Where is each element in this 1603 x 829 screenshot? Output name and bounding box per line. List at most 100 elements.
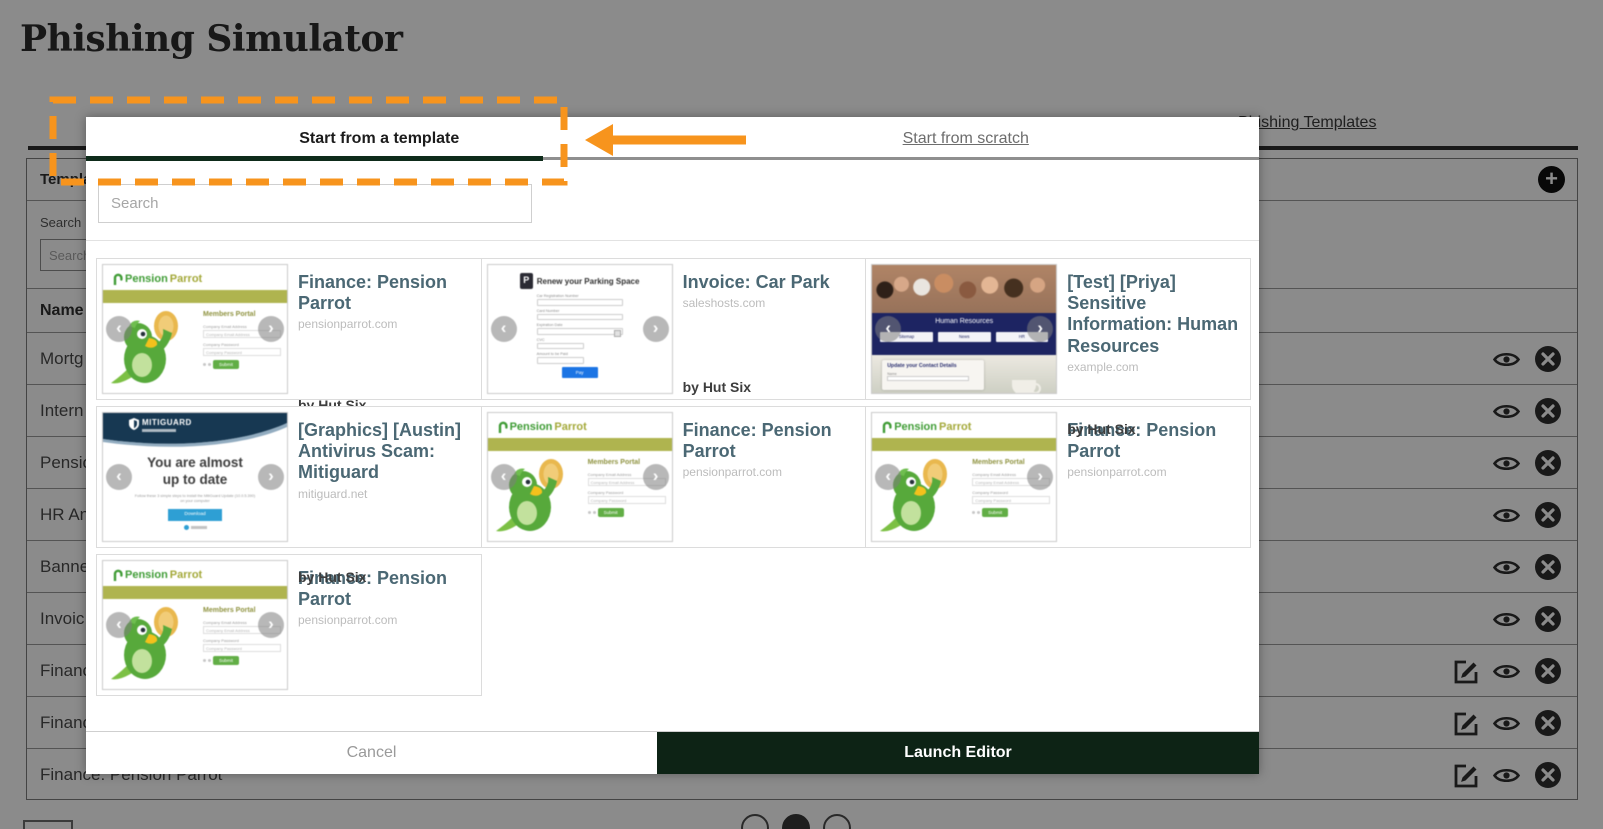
olive-banner xyxy=(487,438,672,451)
carousel-prev-icon[interactable] xyxy=(106,464,132,490)
submit-button: Submit xyxy=(597,508,624,517)
carousel-prev-icon[interactable] xyxy=(490,316,517,342)
carousel-prev-icon[interactable] xyxy=(106,612,132,638)
template-domain: pensionparrot.com xyxy=(682,465,782,480)
template-card-finance-pension-parrot[interactable]: Pension Parrot Members Portal Company Em… xyxy=(96,554,482,696)
olive-banner xyxy=(872,438,1057,451)
modal-footer: Cancel Launch Editor xyxy=(86,731,1259,774)
parking-logo-icon: P xyxy=(519,273,533,289)
brand-pension: Pension xyxy=(125,569,168,581)
desk-photo: Update your Contact Details Name xyxy=(872,355,1057,393)
carousel-prev-icon[interactable] xyxy=(490,464,517,490)
modal-tab-bar: Start from a template Start from scratch xyxy=(86,117,1259,161)
mini-footer xyxy=(103,525,287,531)
field-label: Company Password xyxy=(587,490,624,495)
parrot-logo-icon xyxy=(113,569,123,581)
field-input: Company Password xyxy=(203,348,281,356)
download-button: Download xyxy=(168,509,222,522)
mini-title: Update your Contact Details xyxy=(887,363,957,369)
active-tab-indicator xyxy=(86,156,543,161)
carousel-prev-icon[interactable] xyxy=(875,464,902,490)
brand-parrot: Parrot xyxy=(169,569,203,581)
parrot-logo-icon xyxy=(498,421,508,433)
template-byline: by Hut Six xyxy=(682,379,752,395)
brand-parrot: Parrot xyxy=(938,421,972,433)
template-title: Finance: Pension Parrot xyxy=(682,420,832,462)
tab-start-from-scratch[interactable]: Start from scratch xyxy=(673,117,1260,161)
template-title: [Test] [Priya] Sensitive Information: Hu… xyxy=(1067,272,1239,356)
pay-button: Pay xyxy=(561,366,598,378)
submit-button: Submit xyxy=(213,360,239,369)
field-input: Company Password xyxy=(972,496,1051,504)
carousel-prev-icon[interactable] xyxy=(106,316,132,342)
pensionparrot-logo: Pension Parrot xyxy=(488,413,672,433)
pensionparrot-logo: Pension Parrot xyxy=(103,265,287,285)
template-search-input[interactable] xyxy=(98,184,532,223)
template-card-invoice-car-park[interactable]: P Renew your Parking Space Car Registrat… xyxy=(480,258,867,400)
template-byline: by Hut Six xyxy=(1067,421,1136,437)
field-label: Company Password xyxy=(203,342,239,347)
template-grid: Pension Parrot Members Portal Company Em… xyxy=(96,258,1253,702)
teacup xyxy=(1012,380,1042,393)
mini-title: Renew your Parking Space xyxy=(536,276,640,286)
carousel-next-icon[interactable] xyxy=(258,464,284,490)
template-byline: by Hut Six xyxy=(298,569,367,585)
field-input: Company Password xyxy=(203,644,281,652)
cancel-button[interactable]: Cancel xyxy=(86,732,657,774)
template-title: Invoice: Car Park xyxy=(682,272,830,292)
carousel-next-icon[interactable] xyxy=(1027,464,1054,490)
carousel-prev-icon[interactable] xyxy=(875,316,902,342)
field-label: Company Password xyxy=(203,638,239,643)
field-input: Company Password xyxy=(587,496,666,504)
submit-button: Submit xyxy=(213,656,239,665)
template-card-finance-pension-parrot[interactable]: Pension Parrot Members Portal Company Em… xyxy=(96,258,482,413)
template-thumbnail-pension-parrot: Pension Parrot Members Portal Company Em… xyxy=(871,412,1058,542)
template-card-mitiguard[interactable]: MITIGUARD You are almost up to date Foll… xyxy=(96,406,482,548)
template-card-finance-pension-parrot[interactable]: Pension Parrot Members Portal Company Em… xyxy=(865,406,1251,548)
brand-pension: Pension xyxy=(509,421,553,433)
field-label: CVC xyxy=(536,337,545,342)
carousel-next-icon[interactable] xyxy=(258,612,284,638)
olive-banner xyxy=(103,586,287,599)
launch-editor-button[interactable]: Launch Editor xyxy=(657,732,1259,774)
brand-pension: Pension xyxy=(894,421,937,433)
template-thumbnail-mitiguard: MITIGUARD You are almost up to date Foll… xyxy=(102,412,288,542)
people-photo xyxy=(872,265,1057,313)
template-title: Finance: Pension Parrot xyxy=(298,272,448,314)
divider xyxy=(86,240,1259,241)
brand-parrot: Parrot xyxy=(554,421,587,433)
template-thumbnail-car-park: P Renew your Parking Space Car Registrat… xyxy=(486,264,673,394)
pensionparrot-logo: Pension Parrot xyxy=(872,413,1056,433)
carousel-next-icon[interactable] xyxy=(642,316,669,342)
template-thumbnail-human-resources: Human Resources Sitemap News HR Update y… xyxy=(871,264,1058,394)
brand-parrot: Parrot xyxy=(169,273,203,285)
parrot-logo-icon xyxy=(113,273,123,285)
template-thumbnail-pension-parrot: Pension Parrot Members Portal Company Em… xyxy=(102,560,288,690)
brand-pension: Pension xyxy=(125,273,168,285)
template-domain: pensionparrot.com xyxy=(298,317,398,332)
tab-bar-underline xyxy=(543,157,1259,160)
template-domain: pensionparrot.com xyxy=(298,613,398,628)
carousel-next-icon[interactable] xyxy=(1027,316,1054,342)
template-domain: saleshosts.com xyxy=(682,296,766,311)
contact-details-card: Update your Contact Details Name xyxy=(882,360,985,390)
template-domain: example.com xyxy=(1067,359,1139,374)
mini-subtext: Follow these 3 simple steps to install t… xyxy=(134,493,256,504)
field-label: Card Number xyxy=(536,308,560,313)
new-template-modal: Start from a template Start from scratch… xyxy=(86,117,1259,774)
template-title: [Graphics] [Austin] Antivirus Scam: Miti… xyxy=(298,420,462,483)
nav-button: News xyxy=(937,332,991,342)
olive-banner xyxy=(103,290,287,303)
template-domain: mitiguard.net xyxy=(298,486,368,501)
template-card-human-resources[interactable]: Human Resources Sitemap News HR Update y… xyxy=(865,258,1251,400)
shield-icon xyxy=(129,418,139,430)
carousel-next-icon[interactable] xyxy=(258,316,284,342)
field-label: Amount to be Paid xyxy=(536,352,568,356)
carousel-next-icon[interactable] xyxy=(642,464,669,490)
mini-payment-form: Car Registration Number Card Number Expi… xyxy=(536,294,623,364)
template-thumbnail-pension-parrot: Pension Parrot Members Portal Company Em… xyxy=(486,412,673,542)
template-card-finance-pension-parrot[interactable]: Pension Parrot Members Portal Company Em… xyxy=(480,406,867,548)
parrot-logo-icon xyxy=(882,421,892,433)
template-thumbnail-pension-parrot: Pension Parrot Members Portal Company Em… xyxy=(102,264,288,394)
tab-start-from-template[interactable]: Start from a template xyxy=(86,117,673,161)
